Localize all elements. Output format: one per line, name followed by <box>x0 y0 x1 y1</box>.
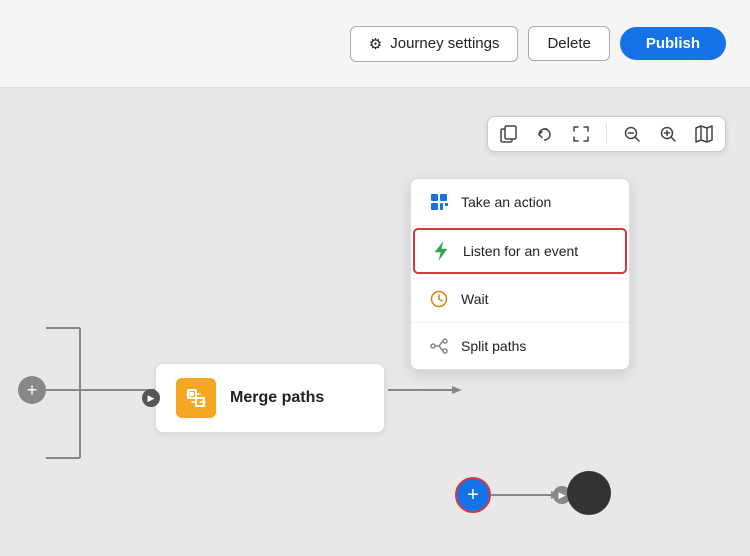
merge-icon <box>184 386 208 410</box>
add-step-button[interactable]: + <box>455 477 491 513</box>
delete-label: Delete <box>547 35 590 52</box>
wait-item[interactable]: Wait <box>411 276 629 323</box>
canvas-lines <box>0 88 750 556</box>
end-node <box>567 471 611 515</box>
clock-icon <box>429 289 449 309</box>
journey-settings-button[interactable]: ⚙ Journey settings <box>350 26 519 62</box>
split-paths-item[interactable]: Split paths <box>411 323 629 369</box>
canvas-toolbar <box>487 116 726 152</box>
zoom-out-icon[interactable] <box>621 123 643 145</box>
merge-paths-node: ▶ Merge paths <box>155 363 385 433</box>
listen-event-item[interactable]: Listen for an event <box>413 228 627 274</box>
journey-settings-label: Journey settings <box>390 35 499 52</box>
publish-button[interactable]: Publish <box>620 27 726 60</box>
publish-label: Publish <box>646 35 700 52</box>
lightning-icon <box>431 241 451 261</box>
take-action-item[interactable]: Take an action <box>411 179 629 226</box>
copy-icon[interactable] <box>498 123 520 145</box>
action-icon <box>429 192 449 212</box>
merge-paths-label: Merge paths <box>230 389 324 407</box>
split-paths-label: Split paths <box>461 338 526 354</box>
merge-icon-box <box>176 378 216 418</box>
undo-icon[interactable] <box>534 123 556 145</box>
take-action-label: Take an action <box>461 194 551 210</box>
fit-screen-icon[interactable] <box>570 123 592 145</box>
split-icon <box>429 336 449 356</box>
map-icon[interactable] <box>693 123 715 145</box>
wait-label: Wait <box>461 291 488 307</box>
dropdown-menu: Take an action Listen for an event Wait <box>410 178 630 370</box>
gear-icon: ⚙ <box>369 35 382 53</box>
canvas-area: Take an action Listen for an event Wait <box>0 88 750 556</box>
toolbar-divider <box>606 124 607 144</box>
left-plus-button[interactable]: + <box>18 376 46 404</box>
delete-button[interactable]: Delete <box>528 26 609 61</box>
top-bar: ⚙ Journey settings Delete Publish <box>0 0 750 88</box>
merge-connector-left: ▶ <box>142 389 160 407</box>
listen-event-label: Listen for an event <box>463 243 578 259</box>
zoom-in-icon[interactable] <box>657 123 679 145</box>
